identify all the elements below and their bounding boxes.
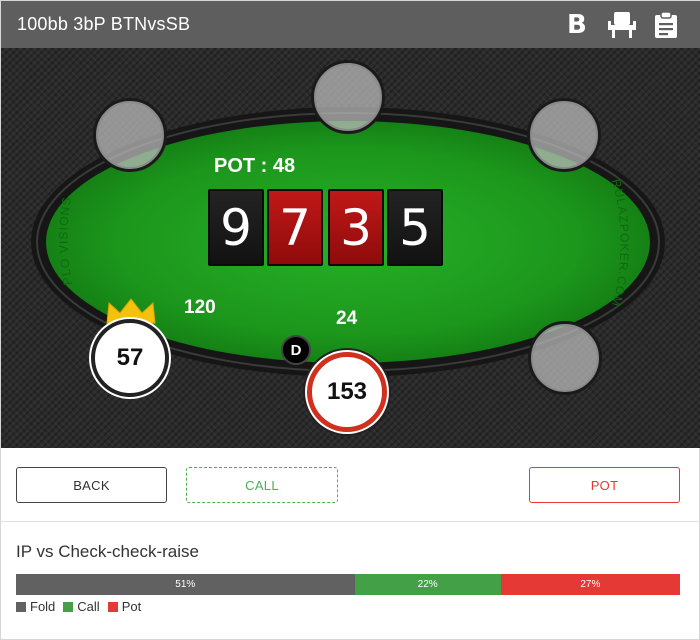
empty-seat-top[interactable]	[311, 60, 385, 134]
fold-swatch	[16, 601, 26, 612]
board-card: 9	[208, 189, 264, 266]
fold-frequency-segment: 51%	[16, 574, 355, 595]
call-button[interactable]: CALL	[186, 467, 338, 503]
call-frequency-segment: 22%	[354, 574, 501, 595]
app-frame: 100bb 3bP BTNvsSB B PLO VISIONS RULAZPOK…	[0, 0, 700, 640]
player-seat-sb[interactable]: 57	[91, 319, 169, 397]
empty-seat-top-left[interactable]	[93, 98, 167, 172]
fold-frequency-label: 51%	[175, 579, 196, 590]
bold-b-icon[interactable]: B	[567, 11, 593, 39]
pot-button[interactable]: POT	[529, 467, 680, 503]
seat-icon[interactable]	[607, 11, 636, 39]
strategy-title: IP vs Check-check-raise	[16, 542, 199, 561]
player-bet-sb: 120	[184, 297, 216, 318]
pot-swatch	[107, 601, 118, 612]
back-button[interactable]: BACK	[16, 467, 167, 503]
dealer-button: D	[281, 335, 311, 365]
legend-label: Call	[77, 599, 100, 614]
legend-label: Pot	[121, 599, 142, 614]
header-bar: 100bb 3bP BTNvsSB B	[1, 1, 700, 48]
player-stack: 57	[116, 344, 144, 371]
player-stack: 153	[326, 378, 368, 405]
legend-item-pot: Pot	[107, 599, 142, 614]
board-card: 3	[328, 189, 384, 266]
board-card: 5	[387, 189, 443, 266]
spot-title: 100bb 3bP BTNvsSB	[17, 14, 191, 34]
empty-seat-top-right[interactable]	[527, 98, 601, 172]
player-bet-btn: 24	[336, 308, 358, 329]
frequency-bar: 51% 22% 27%	[16, 574, 680, 595]
pot-frequency-segment: 27%	[500, 574, 680, 595]
pot-label: POT : 48	[214, 155, 296, 177]
action-bar: BACK CALL POT	[1, 448, 700, 522]
legend-label: Fold	[30, 599, 56, 614]
legend-item-call: Call	[63, 599, 100, 614]
call-swatch	[63, 601, 74, 612]
empty-seat-bottom-right[interactable]	[528, 321, 602, 395]
frequency-legend: Fold Call Pot	[16, 599, 149, 614]
player-seat-btn[interactable]: 153	[307, 352, 387, 432]
legend-item-fold: Fold	[16, 599, 55, 614]
call-frequency-label: 22%	[417, 579, 438, 590]
pot-frequency-label: 27%	[580, 579, 601, 590]
clipboard-icon[interactable]	[653, 11, 679, 39]
board-card: 7	[267, 189, 323, 266]
